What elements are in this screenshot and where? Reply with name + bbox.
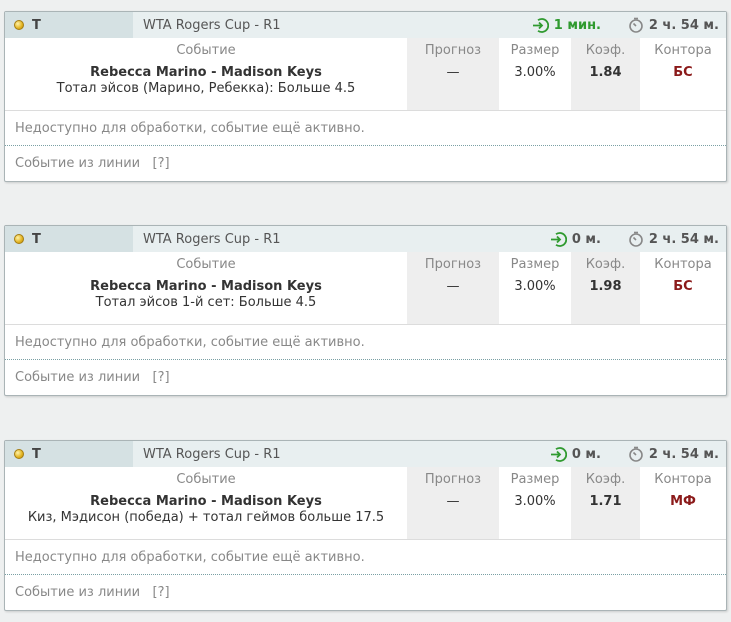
tournament-name: WTA Rogers Cup - R1 — [143, 17, 281, 33]
bet-card: Т WTA Rogers Cup - R1 0 м. 2 ч. 54 м. Со… — [4, 225, 727, 396]
coef-column: Коэф. 1.84 — [571, 38, 640, 110]
event-column: Событие Rebecca Marino - Madison Keys То… — [5, 252, 407, 324]
bookmaker-value[interactable]: БС — [673, 279, 692, 294]
bookmaker-label: Контора — [654, 472, 712, 487]
size-label: Размер — [510, 43, 560, 58]
duration-timer: 2 ч. 54 м. — [628, 12, 719, 38]
start-time: 0 м. — [571, 446, 601, 462]
coef-label: Коэф. — [585, 257, 626, 272]
size-value: 3.00% — [514, 65, 556, 80]
forecast-value: — — [446, 494, 460, 509]
duration: 2 ч. 54 м. — [648, 446, 719, 462]
match-name: Rebecca Marino - Madison Keys — [90, 279, 322, 294]
status-row: Недоступно для обработки, событие ещё ак… — [5, 324, 726, 360]
start-time: 0 м. — [571, 231, 601, 247]
card-body: Событие Rebecca Marino - Madison Keys То… — [5, 38, 726, 110]
forecast-value: — — [446, 65, 460, 80]
duration: 2 ч. 54 м. — [648, 231, 719, 247]
event-column: Событие Rebecca Marino - Madison Keys То… — [5, 38, 407, 110]
bookmaker-column: Контора БС — [640, 38, 726, 110]
sport-label: Т — [32, 446, 41, 462]
bet-card: Т WTA Rogers Cup - R1 0 м. 2 ч. 54 м. Со… — [4, 440, 727, 611]
forecast-column: Прогноз — — [407, 252, 499, 324]
match-name: Rebecca Marino - Madison Keys — [90, 494, 322, 509]
card-header: Т WTA Rogers Cup - R1 1 мин. 2 ч. 54 м. — [5, 12, 726, 38]
enter-icon — [550, 231, 567, 247]
event-label: Событие — [176, 43, 236, 58]
duration: 2 ч. 54 м. — [648, 17, 719, 33]
coef-column: Коэф. 1.98 — [571, 252, 640, 324]
duration-timer: 2 ч. 54 м. — [628, 441, 719, 467]
bookmaker-value[interactable]: МФ — [670, 494, 696, 509]
start-time: 1 мин. — [553, 17, 601, 33]
enter-icon — [550, 446, 567, 462]
sport-cell: Т — [5, 12, 133, 38]
match-name: Rebecca Marino - Madison Keys — [90, 65, 322, 80]
tournament-name: WTA Rogers Cup - R1 — [143, 231, 281, 247]
event-column: Событие Rebecca Marino - Madison Keys Ки… — [5, 467, 407, 539]
source-row[interactable]: Событие из линии [?] — [5, 575, 726, 610]
forecast-label: Прогноз — [424, 257, 482, 272]
bookmaker-value[interactable]: БС — [673, 65, 692, 80]
sport-cell: Т — [5, 441, 133, 467]
forecast-column: Прогноз — — [407, 467, 499, 539]
bookmaker-column: Контора БС — [640, 252, 726, 324]
start-timer: 0 м. — [550, 226, 601, 252]
size-column: Размер 3.00% — [499, 252, 571, 324]
card-header: Т WTA Rogers Cup - R1 0 м. 2 ч. 54 м. — [5, 226, 726, 252]
event-label: Событие — [176, 257, 236, 272]
coef-value: 1.71 — [589, 494, 622, 509]
stopwatch-icon — [629, 17, 643, 33]
sport-cell: Т — [5, 226, 133, 252]
stopwatch-icon — [629, 231, 643, 247]
event-label: Событие — [176, 472, 236, 487]
size-label: Размер — [510, 257, 560, 272]
start-timer: 1 мин. — [532, 12, 601, 38]
bet-card: Т WTA Rogers Cup - R1 1 мин. 2 ч. 54 м. … — [4, 11, 727, 182]
forecast-label: Прогноз — [424, 472, 482, 487]
source-row[interactable]: Событие из линии [?] — [5, 360, 726, 395]
coef-label: Коэф. — [585, 472, 626, 487]
start-timer: 0 м. — [550, 441, 601, 467]
card-header: Т WTA Rogers Cup - R1 0 м. 2 ч. 54 м. — [5, 441, 726, 467]
card-body: Событие Rebecca Marino - Madison Keys Ки… — [5, 467, 726, 539]
bookmaker-label: Контора — [654, 43, 712, 58]
tournament-name: WTA Rogers Cup - R1 — [143, 446, 281, 462]
size-column: Размер 3.00% — [499, 38, 571, 110]
size-value: 3.00% — [514, 494, 556, 509]
bet-description: Тотал эйсов 1-й сет: Больше 4.5 — [95, 295, 317, 310]
bet-description: Тотал эйсов (Марино, Ребекка): Больше 4.… — [56, 81, 356, 96]
status-row: Недоступно для обработки, событие ещё ак… — [5, 539, 726, 575]
forecast-column: Прогноз — — [407, 38, 499, 110]
forecast-label: Прогноз — [424, 43, 482, 58]
sport-label: Т — [32, 231, 41, 247]
size-label: Размер — [510, 472, 560, 487]
enter-icon — [532, 17, 549, 33]
coef-value: 1.84 — [589, 65, 622, 80]
coin-icon — [14, 449, 24, 459]
coin-icon — [14, 20, 24, 30]
card-body: Событие Rebecca Marino - Madison Keys То… — [5, 252, 726, 324]
coef-label: Коэф. — [585, 43, 626, 58]
duration-timer: 2 ч. 54 м. — [628, 226, 719, 252]
coef-column: Коэф. 1.71 — [571, 467, 640, 539]
source-row[interactable]: Событие из линии [?] — [5, 146, 726, 181]
bet-description: Киз, Мэдисон (победа) + тотал геймов бол… — [27, 510, 385, 525]
coin-icon — [14, 234, 24, 244]
forecast-value: — — [446, 279, 460, 294]
status-row: Недоступно для обработки, событие ещё ак… — [5, 110, 726, 146]
sport-label: Т — [32, 17, 41, 33]
bookmaker-column: Контора МФ — [640, 467, 726, 539]
size-column: Размер 3.00% — [499, 467, 571, 539]
stopwatch-icon — [629, 446, 643, 462]
size-value: 3.00% — [514, 279, 556, 294]
bookmaker-label: Контора — [654, 257, 712, 272]
coef-value: 1.98 — [589, 279, 622, 294]
